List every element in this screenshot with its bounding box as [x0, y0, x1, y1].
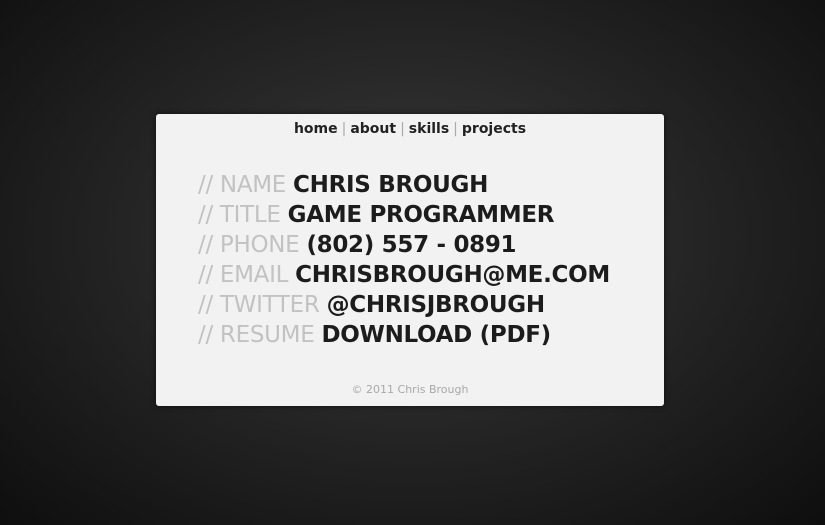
info-row-email: // EMAIL CHRISBROUGH@ME.COM — [198, 260, 610, 290]
info-value-phone: (802) 557 - 0891 — [306, 232, 517, 258]
info-row-name: // NAME CHRIS BROUGH — [198, 170, 610, 200]
nav-separator: | — [341, 121, 347, 137]
email-link[interactable]: CHRISBROUGH@ME.COM — [295, 262, 610, 288]
info-key-email: // EMAIL — [198, 262, 289, 288]
top-nav: home | about | skills | projects — [156, 121, 664, 137]
contact-card: home | about | skills | projects // NAME CHRIS… — [156, 114, 664, 406]
info-value-title: GAME PROGRAMMER — [287, 202, 555, 228]
info-key-twitter: // TWITTER — [198, 292, 320, 318]
nav-separator: | — [453, 121, 458, 137]
info-key-title: // TITLE — [198, 202, 281, 228]
info-key-name: // NAME — [198, 172, 287, 198]
info-value-name: CHRIS BROUGH — [293, 172, 489, 198]
info-row-title: // TITLE GAME PROGRAMMER — [198, 200, 610, 230]
nav-projects-link[interactable]: projects — [462, 121, 526, 137]
contact-info-list: // NAME CHRIS BROUGH // TITLE GAME PROGR… — [198, 170, 610, 350]
info-row-twitter: // TWITTER @CHRISJBROUGH — [198, 290, 610, 320]
copyright-footer: © 2011 Chris Brough — [351, 383, 469, 396]
nav-home-link[interactable]: home — [294, 121, 338, 137]
resume-download-link[interactable]: DOWNLOAD (PDF) — [321, 322, 551, 348]
info-key-resume: // RESUME — [198, 322, 315, 348]
nav-separator: | — [400, 121, 405, 137]
info-row-resume: // RESUME DOWNLOAD (PDF) — [198, 320, 610, 350]
info-key-phone: // PHONE — [198, 232, 300, 258]
twitter-link[interactable]: @CHRISJBROUGH — [327, 292, 546, 318]
nav-about-link[interactable]: about — [350, 121, 396, 137]
nav-skills-link[interactable]: skills — [409, 121, 449, 137]
info-row-phone: // PHONE (802) 557 - 0891 — [198, 230, 610, 260]
